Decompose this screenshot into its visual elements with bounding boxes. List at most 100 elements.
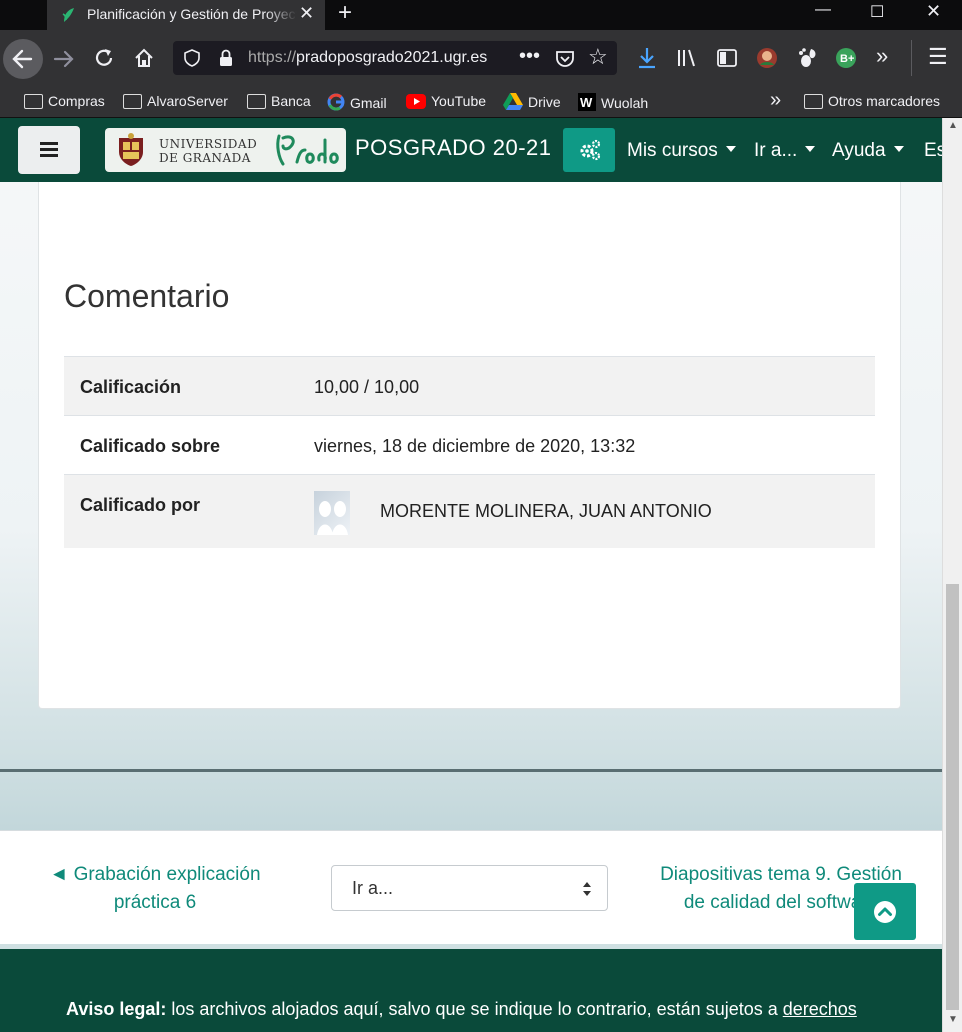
window-close-icon[interactable]: ✕ bbox=[926, 1, 941, 22]
new-tab-icon[interactable]: + bbox=[338, 0, 352, 27]
bookmark-label: Banca bbox=[271, 93, 311, 109]
user-picture-icon bbox=[317, 501, 348, 535]
wuolah-icon: W bbox=[578, 93, 596, 111]
bookmark-otros[interactable]: Otros marcadores bbox=[804, 93, 940, 109]
grader-name[interactable]: MORENTE MOLINERA, JUAN ANTONIO bbox=[380, 501, 712, 522]
jump-to-select[interactable]: Ir a... bbox=[331, 865, 608, 911]
bookmark-gmail[interactable]: Gmail bbox=[327, 93, 387, 111]
menu-ir-a[interactable]: Ir a... bbox=[754, 140, 816, 162]
menu-language[interactable]: Es bbox=[924, 140, 942, 162]
page-actions-icon[interactable]: ••• bbox=[519, 45, 540, 68]
menu-mis-cursos[interactable]: Mis cursos bbox=[627, 140, 736, 162]
hamburger-icon-bar bbox=[40, 148, 58, 151]
bookmark-alvaroserver[interactable]: AlvaroServer bbox=[123, 93, 228, 109]
maximize-icon[interactable]: ☐ bbox=[870, 2, 884, 22]
folder-icon bbox=[123, 94, 142, 109]
prev-activity-line1: ◄ Grabación explicación bbox=[49, 864, 261, 885]
hamburger-icon-bar bbox=[40, 154, 58, 157]
pocket-icon[interactable] bbox=[555, 49, 575, 68]
download-icon[interactable] bbox=[637, 46, 657, 70]
row-label: Calificado por bbox=[80, 495, 201, 515]
overflow-chevron-icon[interactable]: » bbox=[876, 43, 888, 69]
bookmark-label: Compras bbox=[48, 93, 105, 109]
bookmark-label: Wuolah bbox=[601, 95, 649, 111]
back-to-top-button[interactable] bbox=[854, 883, 916, 940]
forward-icon[interactable] bbox=[52, 48, 76, 70]
back-button[interactable] bbox=[3, 39, 43, 79]
bookmark-label: Gmail bbox=[350, 95, 387, 111]
tab-strip: Planificación y Gestión de Proyectos ✕ +… bbox=[0, 0, 962, 30]
active-tab[interactable]: Planificación y Gestión de Proyectos ✕ bbox=[47, 0, 325, 30]
bookmark-banca[interactable]: Banca bbox=[247, 93, 311, 109]
bookmark-label: Otros marcadores bbox=[828, 93, 941, 109]
menu-label: Mis cursos bbox=[627, 140, 718, 161]
row-label: Calificado sobre bbox=[80, 436, 221, 456]
bookmarks-toolbar: Compras AlvaroServer Banca Gmail YouTube… bbox=[0, 86, 962, 118]
bookmark-youtube[interactable]: YouTube bbox=[406, 93, 486, 109]
prev-activity-line2: práctica 6 bbox=[113, 892, 197, 913]
bookmark-drive[interactable]: Drive bbox=[503, 93, 561, 110]
menu-label: Es bbox=[924, 140, 942, 161]
lock-icon[interactable] bbox=[218, 49, 234, 67]
chevron-up-circle-icon bbox=[874, 901, 896, 923]
select-arrows-icon bbox=[583, 882, 591, 896]
home-icon[interactable] bbox=[133, 47, 155, 69]
caret-down-icon bbox=[805, 146, 816, 152]
scroll-down-icon[interactable]: ▼ bbox=[948, 1014, 958, 1025]
reload-icon[interactable] bbox=[93, 47, 115, 69]
google-drive-icon bbox=[503, 93, 523, 110]
table-row: Calificado por MORENTE MOLINERA, JUAN AN… bbox=[64, 474, 875, 548]
legal-rights-link[interactable]: derechos bbox=[783, 999, 857, 1019]
site-logo[interactable]: UNIVERSIDAD DE GRANADA bbox=[105, 128, 346, 172]
bookmark-wuolah[interactable]: W Wuolah bbox=[578, 93, 648, 111]
hamburger-icon bbox=[40, 142, 58, 145]
scroll-up-icon[interactable]: ▲ bbox=[948, 120, 958, 131]
menu-label: Ayuda bbox=[832, 140, 886, 161]
shield-icon[interactable] bbox=[183, 49, 201, 67]
prado-script-logo bbox=[276, 134, 339, 166]
caret-down-icon bbox=[725, 146, 736, 152]
menu-ayuda[interactable]: Ayuda bbox=[832, 140, 904, 162]
address-bar[interactable]: https://pradoposgrado2021.ugr.es ••• ☆ bbox=[173, 41, 617, 75]
legal-heading: Aviso legal: bbox=[66, 999, 167, 1019]
bookmark-star-icon[interactable]: ☆ bbox=[588, 44, 608, 70]
url-scheme: https:// bbox=[248, 49, 297, 66]
prev-activity-link[interactable]: ◄ Grabación explicación práctica 6 bbox=[40, 861, 270, 917]
sidebar-icon[interactable] bbox=[716, 47, 738, 69]
settings-button[interactable] bbox=[563, 128, 615, 172]
section-title: Comentario bbox=[64, 278, 230, 314]
url-host: pradoposgrado2021.ugr.es bbox=[296, 49, 488, 66]
page-scrollbar[interactable]: ▲ ▼ bbox=[942, 118, 962, 1032]
legal-text: los archivos alojados aquí, salvo que se… bbox=[166, 999, 783, 1019]
google-icon bbox=[327, 93, 345, 111]
drawer-toggle-button[interactable] bbox=[18, 126, 80, 174]
menu-label: Ir a... bbox=[754, 140, 798, 161]
grade-value: 10,00 / 10,00 bbox=[314, 377, 420, 397]
gnome-extension-icon[interactable] bbox=[797, 47, 819, 69]
app-menu-icon[interactable]: ☰ bbox=[928, 44, 948, 70]
bookmark-label: YouTube bbox=[431, 93, 487, 109]
navigation-toolbar: https://pradoposgrado2021.ugr.es ••• ☆ B… bbox=[0, 30, 962, 86]
bookmark-label: Drive bbox=[528, 94, 561, 110]
profile-avatar-icon[interactable] bbox=[756, 47, 778, 69]
library-icon[interactable] bbox=[676, 47, 698, 69]
tab-title: Planificación y Gestión de Proyectos bbox=[87, 6, 297, 22]
prado-leaf-icon bbox=[62, 8, 74, 22]
ugr-line2: DE GRANADA bbox=[159, 151, 251, 165]
grader-avatar[interactable] bbox=[314, 491, 350, 535]
graded-date-value: viernes, 18 de diciembre de 2020, 13:32 bbox=[314, 436, 636, 456]
site-navbar: UNIVERSIDAD DE GRANADA POSGRADO 20-21 Mi… bbox=[0, 118, 942, 182]
bookmark-compras[interactable]: Compras bbox=[24, 93, 105, 109]
url-text[interactable]: https://pradoposgrado2021.ugr.es bbox=[248, 49, 487, 67]
site-name[interactable]: POSGRADO 20-21 bbox=[355, 135, 552, 161]
bplus-extension-icon[interactable]: B+ bbox=[835, 47, 859, 69]
bookmarks-overflow-icon[interactable]: » bbox=[770, 89, 781, 112]
feedback-card: Comentario Calificación 10,00 / 10,00 Ca… bbox=[38, 182, 901, 709]
scrollbar-thumb[interactable] bbox=[946, 584, 959, 1010]
youtube-icon bbox=[406, 94, 426, 109]
arrow-left-icon bbox=[12, 49, 33, 69]
activity-navigation: ◄ Grabación explicación práctica 6 Ir a.… bbox=[0, 830, 942, 944]
page-viewport: UNIVERSIDAD DE GRANADA POSGRADO 20-21 Mi… bbox=[0, 118, 942, 1032]
minimize-icon[interactable]: — bbox=[815, 1, 831, 19]
close-tab-icon[interactable]: ✕ bbox=[299, 3, 314, 24]
